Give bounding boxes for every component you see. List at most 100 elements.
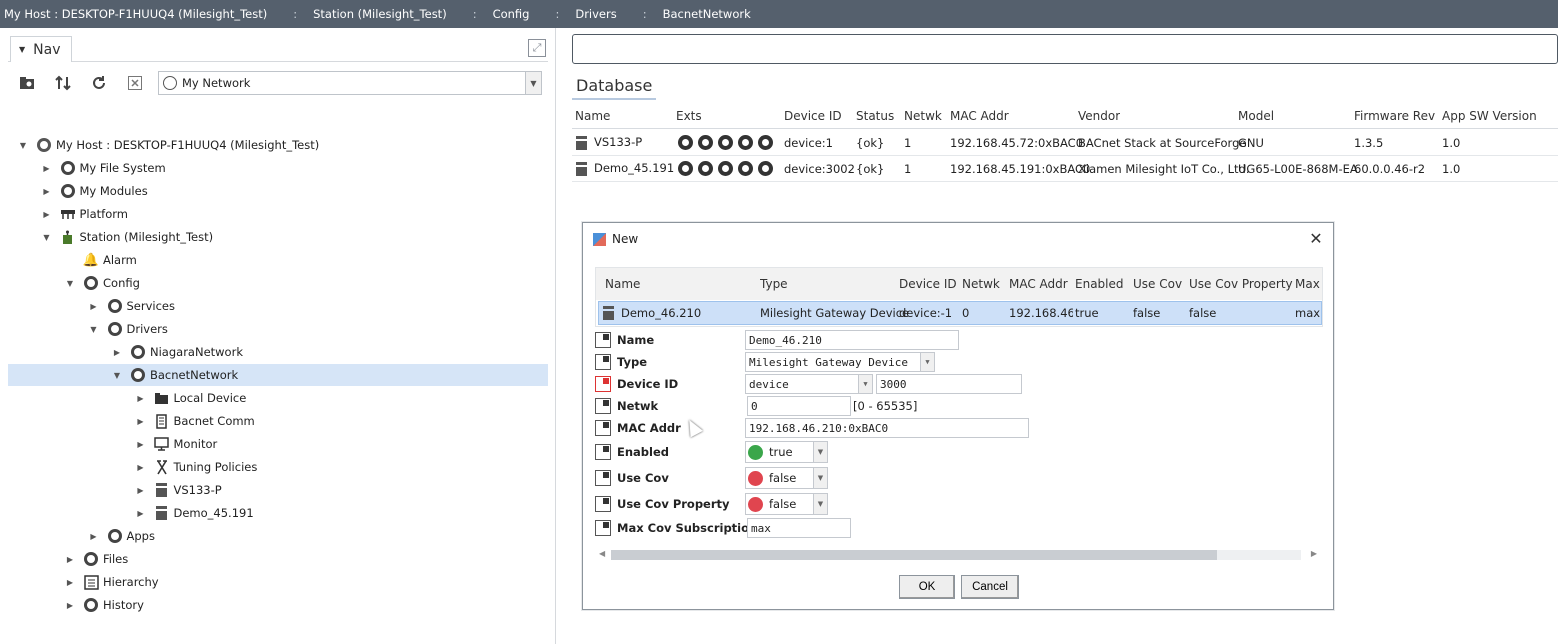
expand-toggle-icon[interactable]: ▼ bbox=[65, 278, 75, 288]
mac-addr-field[interactable]: 192.168.46.210:0xBAC0 bbox=[745, 418, 1029, 438]
tree-node[interactable]: ▶ My Modules bbox=[8, 180, 548, 202]
device-id-field[interactable]: 3000 bbox=[876, 374, 1022, 394]
tree-node[interactable]: ▼ BacnetNetwork bbox=[8, 364, 548, 386]
chevron-down-icon[interactable]: ▼ bbox=[920, 353, 934, 371]
collapse-toggle-icon[interactable]: ▶ bbox=[136, 439, 146, 449]
sort-icon[interactable] bbox=[52, 72, 74, 94]
collapse-toggle-icon[interactable]: ▶ bbox=[89, 301, 99, 311]
collapse-toggle-icon[interactable]: ▶ bbox=[65, 554, 75, 564]
collapse-toggle-icon[interactable]: ▶ bbox=[136, 485, 146, 495]
use-cov-property-select[interactable]: false ▼ bbox=[745, 493, 828, 515]
table-row[interactable]: Demo_45.191 device:3002 {ok} 1 192.168.4… bbox=[572, 156, 1558, 182]
type-select-value: Milesight Gateway Device bbox=[749, 355, 908, 369]
device-id-type-select[interactable]: device ▼ bbox=[745, 374, 873, 394]
maximize-icon[interactable]: ⤢ bbox=[528, 39, 546, 57]
collapse-toggle-icon[interactable]: ▶ bbox=[136, 393, 146, 403]
expand-toggle-icon[interactable]: ▼ bbox=[42, 232, 52, 242]
nav-tab[interactable]: ▼ Nav bbox=[10, 36, 72, 62]
scroll-thumb[interactable] bbox=[611, 550, 1217, 560]
tree-node[interactable]: ▶ History bbox=[8, 594, 548, 616]
collapse-toggle-icon[interactable]: ▶ bbox=[42, 163, 52, 173]
grid-header-name[interactable]: Name bbox=[605, 268, 640, 300]
tree-node[interactable]: ▼ My Host : DESKTOP-F1HUUQ4 (Milesight_Te… bbox=[8, 134, 548, 156]
grid-header-netwk[interactable]: Netwk bbox=[962, 268, 1000, 300]
tree-node[interactable]: ▶ My File System bbox=[8, 157, 548, 179]
enabled-select[interactable]: true ▼ bbox=[745, 441, 828, 463]
scroll-right-icon[interactable]: ▶ bbox=[1311, 549, 1317, 558]
chevron-down-icon[interactable]: ▼ bbox=[813, 468, 827, 488]
grid-header-use-cov[interactable]: Use Cov bbox=[1133, 268, 1182, 300]
max-cov-field[interactable]: max bbox=[747, 518, 851, 538]
breadcrumb-bacnetnetwork[interactable]: BacnetNetwork bbox=[659, 7, 755, 21]
refresh-icon[interactable] bbox=[88, 72, 110, 94]
ord-address-bar[interactable] bbox=[572, 34, 1558, 64]
breadcrumb-config[interactable]: Config bbox=[489, 7, 534, 21]
tree-node[interactable]: ▶ Demo_45.191 bbox=[8, 502, 548, 524]
horizontal-scrollbar[interactable]: ◀ ▶ bbox=[595, 547, 1323, 563]
type-select[interactable]: Milesight Gateway Device ▼ bbox=[745, 352, 935, 372]
chevron-down-icon[interactable]: ▼ bbox=[813, 494, 827, 514]
grid-header-max-cov[interactable]: Max C bbox=[1295, 268, 1322, 300]
grid-header-device-id[interactable]: Device ID bbox=[899, 268, 957, 300]
column-header-model[interactable]: Model bbox=[1238, 109, 1274, 123]
collapse-toggle-icon[interactable]: ▶ bbox=[89, 531, 99, 541]
tree-node[interactable]: ▶ Files bbox=[8, 548, 548, 570]
chevron-down-icon[interactable]: ▼ bbox=[525, 72, 541, 94]
breadcrumb-drivers[interactable]: Drivers bbox=[571, 7, 620, 21]
tree-node[interactable]: ▶ NiagaraNetwork bbox=[8, 341, 548, 363]
tree-node[interactable]: ▼ Station (Milesight_Test) bbox=[8, 226, 548, 248]
grid-header-type[interactable]: Type bbox=[760, 268, 788, 300]
tree-node[interactable]: ▶ Platform bbox=[8, 203, 548, 225]
tree-node[interactable]: ▶ VS133-P bbox=[8, 479, 548, 501]
column-header-exts[interactable]: Exts bbox=[676, 109, 702, 123]
table-row[interactable]: VS133-P device:1 {ok} 1 192.168.45.72:0x… bbox=[572, 130, 1558, 156]
network-select[interactable]: My Network ▼ bbox=[158, 71, 542, 95]
tree-node[interactable]: ▶ Apps bbox=[8, 525, 548, 547]
breadcrumb-host[interactable]: My Host : DESKTOP-F1HUUQ4 (Milesight_Tes… bbox=[0, 7, 271, 21]
tree-node[interactable]: ▶ Tuning Policies bbox=[8, 456, 548, 478]
use-cov-select[interactable]: false ▼ bbox=[745, 467, 828, 489]
column-header-app-sw-version[interactable]: App SW Version bbox=[1442, 109, 1537, 123]
grid-row-selected[interactable]: Demo_46.210 Milesight Gateway Device dev… bbox=[598, 301, 1322, 325]
collapse-toggle-icon[interactable]: ▶ bbox=[65, 600, 75, 610]
tree-node[interactable]: ▶ Hierarchy bbox=[8, 571, 548, 593]
collapse-toggle-icon[interactable]: ▶ bbox=[136, 508, 146, 518]
name-field[interactable]: Demo_46.210 bbox=[745, 330, 959, 350]
expand-toggle-icon[interactable]: ▼ bbox=[89, 324, 99, 334]
column-header-name[interactable]: Name bbox=[575, 109, 610, 123]
tree-node[interactable]: 🔔 Alarm bbox=[8, 249, 548, 271]
column-header-netwk[interactable]: Netwk bbox=[904, 109, 942, 123]
column-header-mac-addr[interactable]: MAC Addr bbox=[950, 109, 1009, 123]
ok-button[interactable]: OK bbox=[899, 575, 955, 599]
chevron-down-icon[interactable]: ▼ bbox=[858, 375, 872, 393]
collapse-toggle-icon[interactable]: ▶ bbox=[136, 416, 146, 426]
collapse-toggle-icon[interactable]: ▶ bbox=[112, 347, 122, 357]
column-header-status[interactable]: Status bbox=[856, 109, 894, 123]
scroll-left-icon[interactable]: ◀ bbox=[599, 549, 605, 558]
grid-header-enabled[interactable]: Enabled bbox=[1075, 268, 1124, 300]
close-tree-icon[interactable] bbox=[124, 72, 146, 94]
column-header-device-id[interactable]: Device ID bbox=[784, 109, 842, 123]
chevron-down-icon[interactable]: ▼ bbox=[813, 442, 827, 462]
netwk-field[interactable]: 0 bbox=[747, 396, 851, 416]
collapse-toggle-icon[interactable]: ▶ bbox=[42, 209, 52, 219]
cancel-button[interactable]: Cancel bbox=[961, 575, 1019, 599]
tree-node[interactable]: ▶ Monitor bbox=[8, 433, 548, 455]
expand-toggle-icon[interactable]: ▼ bbox=[18, 140, 28, 150]
grid-header-mac[interactable]: MAC Addr bbox=[1009, 268, 1068, 300]
breadcrumb-station[interactable]: Station (Milesight_Test) bbox=[309, 7, 451, 21]
tree-node[interactable]: ▶ Bacnet Comm bbox=[8, 410, 548, 432]
collapse-toggle-icon[interactable]: ▶ bbox=[42, 186, 52, 196]
grid-header-use-cov-property[interactable]: Use Cov Property bbox=[1189, 268, 1293, 300]
expand-toggle-icon[interactable]: ▼ bbox=[112, 370, 122, 380]
column-header-vendor[interactable]: Vendor bbox=[1078, 109, 1120, 123]
column-header-firmware-rev[interactable]: Firmware Rev bbox=[1354, 109, 1435, 123]
tree-node[interactable]: ▶ Services bbox=[8, 295, 548, 317]
tree-node[interactable]: ▼ Config bbox=[8, 272, 548, 294]
tree-node[interactable]: ▶ Local Device bbox=[8, 387, 548, 409]
collapse-toggle-icon[interactable]: ▶ bbox=[136, 462, 146, 472]
new-folder-icon[interactable] bbox=[16, 72, 38, 94]
close-icon[interactable]: ✕ bbox=[1307, 229, 1325, 248]
tree-node[interactable]: ▼ Drivers bbox=[8, 318, 548, 340]
collapse-toggle-icon[interactable]: ▶ bbox=[65, 577, 75, 587]
